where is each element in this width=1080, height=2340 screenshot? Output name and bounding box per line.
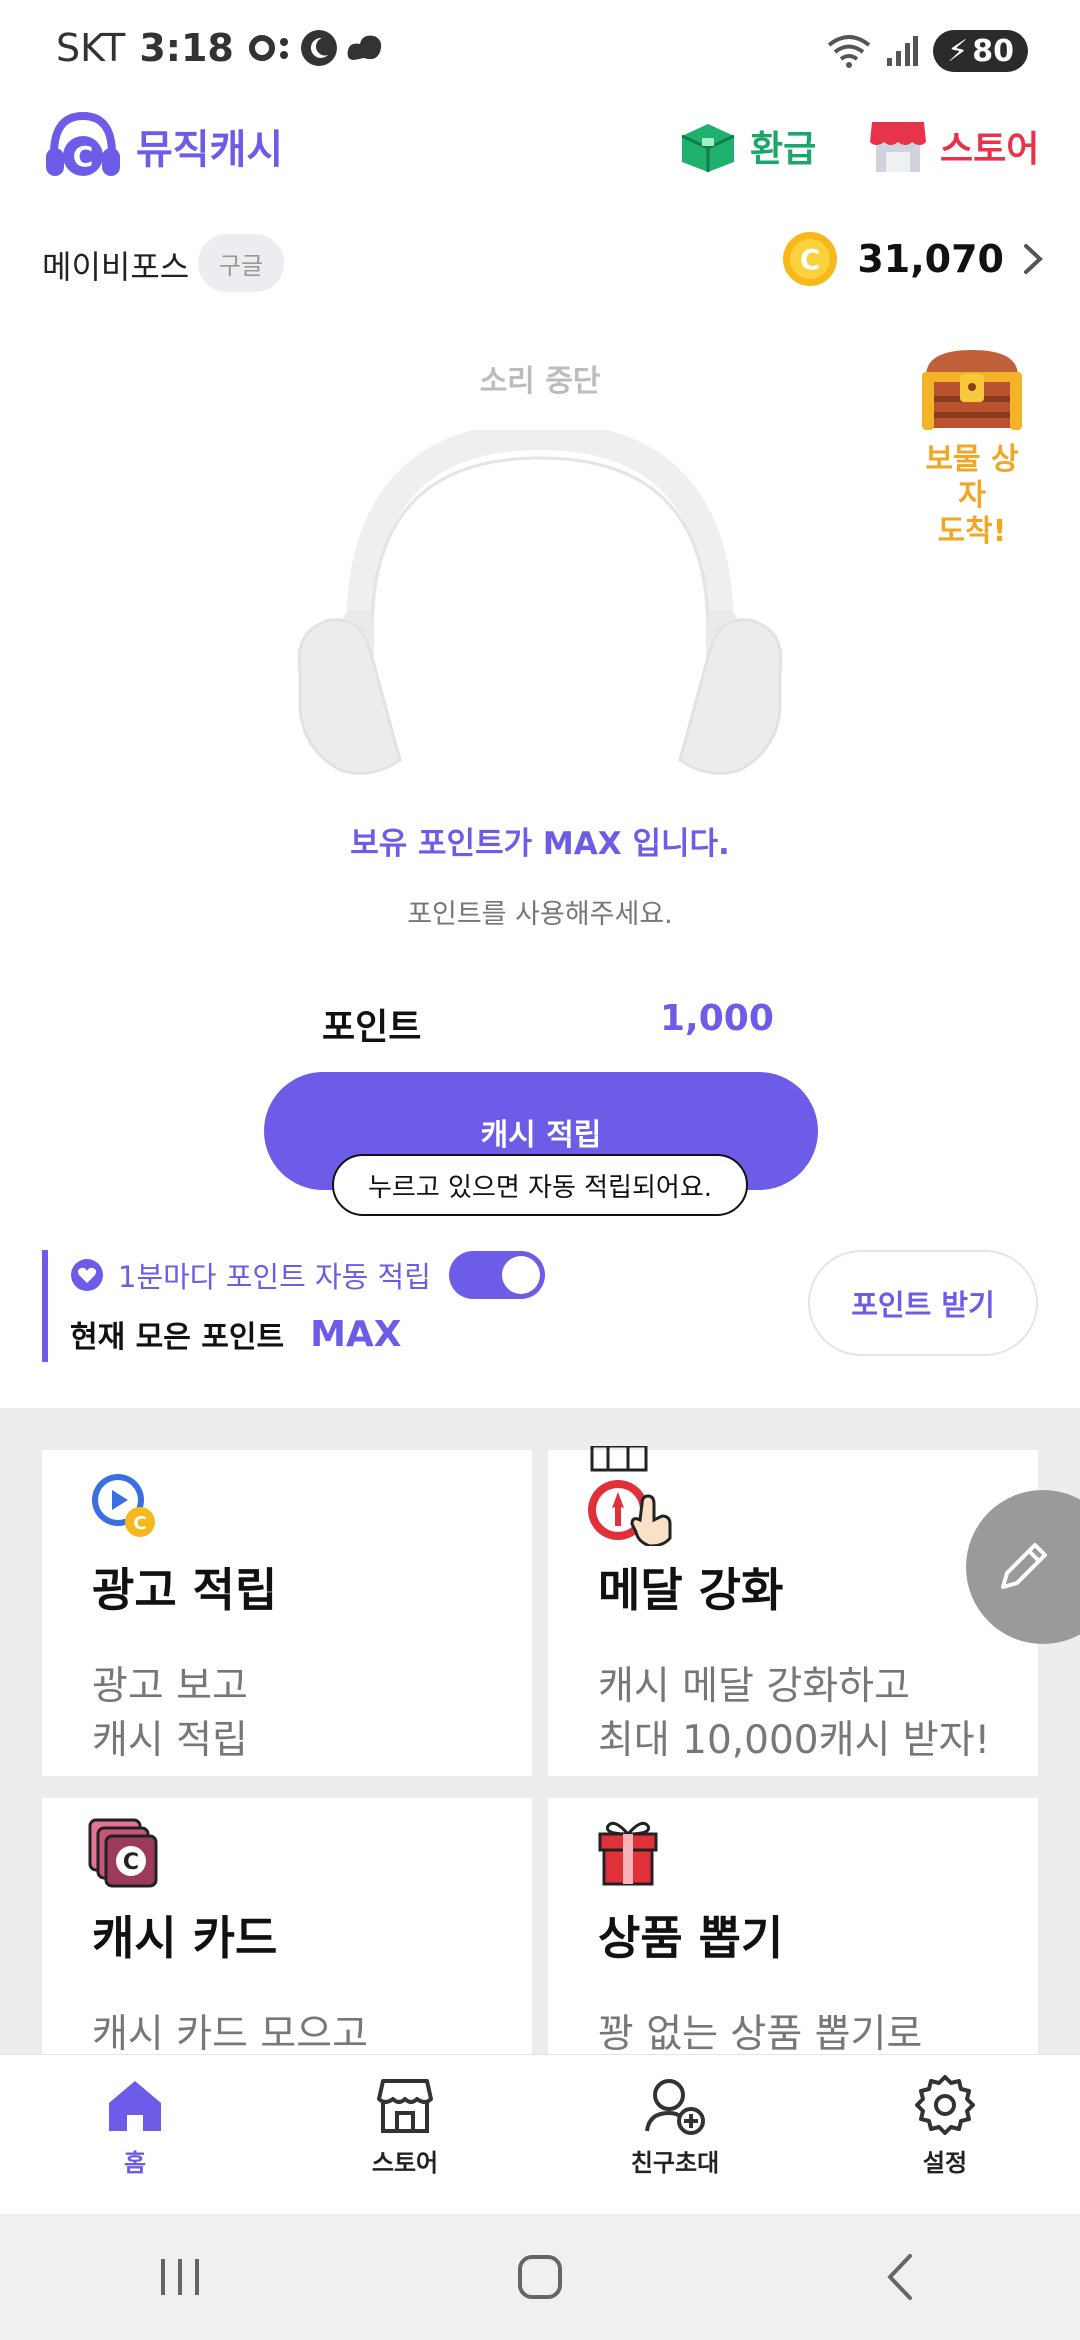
gift-icon	[598, 1821, 658, 1886]
card-description: 캐시 카드 모으고	[92, 2008, 368, 2058]
wifi-icon	[827, 35, 871, 68]
auto-accumulate-section: 1분마다 포인트 자동 적립 현재 모은 포인트 MAX	[42, 1250, 545, 1362]
signal-icon	[887, 36, 919, 66]
charging-icon: ⚡	[947, 33, 969, 69]
back-button[interactable]	[840, 2237, 960, 2317]
clock: 3:18	[139, 26, 234, 70]
invite-friend-icon	[645, 2079, 705, 2135]
card-desc-line1: 캐시 메달 강화하고	[598, 1664, 910, 1709]
auto-accumulate-tooltip: 누르고 있으면 자동 적립되어요.	[332, 1154, 748, 1216]
store-button[interactable]: 스토어	[868, 118, 1039, 174]
card-desc-line2: 캐시 적립	[92, 1718, 248, 1763]
auto-accumulate-label: 1분마다 포인트 자동 적립	[118, 1260, 431, 1294]
cash-card-icon: C	[88, 1818, 158, 1888]
recent-apps-button[interactable]	[120, 2237, 240, 2317]
status-right: ⚡ 80	[827, 30, 1028, 72]
chevron-right-icon	[1024, 244, 1043, 274]
auto-accumulate-row: 1분마다 포인트 자동 적립	[70, 1250, 545, 1300]
battery-indicator: ⚡ 80	[933, 30, 1028, 72]
coin-amount: 31,070	[857, 237, 1004, 281]
record-icon	[248, 35, 288, 61]
app-name: 뮤직캐시	[136, 127, 284, 173]
ad-play-icon: C	[92, 1474, 155, 1537]
card-ad-reward[interactable]: C 광고 적립 광고 보고 캐시 적립	[42, 1450, 532, 1776]
card-desc-line1: 캐시 카드 모으고	[92, 2012, 368, 2057]
refund-button[interactable]: 환급	[678, 118, 816, 174]
card-title: 광고 적립	[92, 1563, 278, 1617]
card-title: 상품 뽑기	[598, 1911, 784, 1965]
card-title: 메달 강화	[598, 1563, 784, 1617]
store-label: 스토어	[940, 129, 1040, 170]
home-square-icon	[518, 2255, 562, 2299]
svg-text:C: C	[73, 140, 94, 173]
app-header: C 뮤직캐시 환급 스토어	[0, 110, 1080, 190]
nav-store[interactable]: 스토어	[270, 2055, 540, 2214]
store-front-icon	[870, 122, 926, 172]
moon-icon	[300, 30, 337, 66]
back-chevron-icon	[887, 2254, 912, 2300]
treasure-label-line1: 보물 상자	[925, 442, 1019, 513]
nav-settings-label: 설정	[922, 2149, 968, 2177]
svg-text:C: C	[123, 1850, 139, 1875]
treasure-chest-icon	[922, 350, 1022, 430]
use-points-message: 포인트를 사용해주세요.	[407, 899, 673, 930]
card-description: 꽝 없는 상품 뽑기로	[598, 2008, 922, 2058]
refund-label: 환급	[750, 129, 817, 170]
user-row: 메이비포스 구글 C 31,070	[0, 230, 1080, 296]
status-bar: SKT 3:18 ⚡ 80	[0, 0, 1080, 100]
pencil-icon	[1001, 1543, 1047, 1589]
battery-level: 80	[972, 33, 1014, 69]
card-description: 캐시 메달 강화하고 최대 10,000캐시 받자!	[598, 1660, 990, 1768]
coin-icon: C	[783, 232, 838, 286]
toggle-knob	[501, 1256, 540, 1294]
system-navigation-bar	[0, 2214, 1080, 2340]
settings-icon	[915, 2075, 975, 2135]
recent-apps-icon	[161, 2259, 199, 2295]
feature-cards: C 광고 적립 광고 보고 캐시 적립 메달 강화 캐시 메달 강화하고 최대 …	[0, 1408, 1080, 2058]
cloud-icon	[347, 35, 381, 60]
card-desc-line1: 꽝 없는 상품 뽑기로	[598, 2012, 923, 2057]
card-prize-draw[interactable]: 상품 뽑기 꽝 없는 상품 뽑기로	[548, 1798, 1038, 2058]
svg-text:C: C	[133, 1513, 146, 1534]
auto-accumulate-toggle[interactable]	[448, 1251, 545, 1299]
app-logo[interactable]: C 뮤직캐시	[44, 110, 283, 182]
coin-balance[interactable]: C 31,070	[781, 230, 1044, 288]
headphones-play-button[interactable]	[290, 430, 790, 790]
home-system-button[interactable]	[480, 2237, 600, 2317]
nav-store-label: 스토어	[371, 2149, 439, 2177]
nav-home-label: 홈	[123, 2149, 147, 2177]
heart-icon	[71, 1259, 103, 1291]
home-icon	[109, 2081, 161, 2131]
collected-points-row: 현재 모은 포인트 MAX	[70, 1312, 545, 1356]
status-left: SKT 3:18	[56, 26, 386, 70]
point-value: 1,000	[660, 998, 774, 1039]
nav-settings[interactable]: 설정	[810, 2055, 1080, 2214]
nav-home[interactable]: 홈	[0, 2055, 270, 2214]
card-description: 광고 보고 캐시 적립	[92, 1660, 248, 1768]
receive-points-button[interactable]: 포인트 받기	[808, 1250, 1038, 1356]
card-desc-line1: 광고 보고	[92, 1664, 248, 1709]
username: 메이비포스	[42, 248, 190, 286]
card-title: 캐시 카드	[92, 1911, 278, 1965]
treasure-chest[interactable]: 보물 상자 도착!	[912, 346, 1032, 550]
headphone-logo-icon: C	[46, 111, 120, 176]
svg-text:C: C	[800, 243, 821, 276]
login-provider-badge: 구글	[198, 234, 284, 292]
nav-invite-label: 친구초대	[630, 2149, 720, 2177]
store-icon	[377, 2079, 433, 2133]
medal-icon	[588, 1446, 672, 1546]
max-points-message: 보유 포인트가 MAX 입니다.	[350, 826, 730, 862]
card-cash-card[interactable]: C 캐시 카드 캐시 카드 모으고	[42, 1798, 532, 2058]
card-desc-line2: 최대 10,000캐시 받자!	[598, 1718, 991, 1763]
bottom-navigation: 홈 스토어 친구초대 설정	[0, 2054, 1080, 2214]
treasure-label-line2: 도착!	[937, 514, 1007, 549]
status-notification-icons	[248, 29, 386, 67]
collected-points-value: MAX	[310, 1313, 402, 1355]
money-icon	[681, 124, 735, 172]
carrier: SKT	[56, 26, 126, 70]
collected-points-label: 현재 모은 포인트	[70, 1320, 285, 1355]
nav-invite[interactable]: 친구초대	[540, 2055, 810, 2214]
card-medal-upgrade[interactable]: 메달 강화 캐시 메달 강화하고 최대 10,000캐시 받자!	[548, 1446, 1038, 1776]
point-label: 포인트	[322, 1007, 422, 1048]
